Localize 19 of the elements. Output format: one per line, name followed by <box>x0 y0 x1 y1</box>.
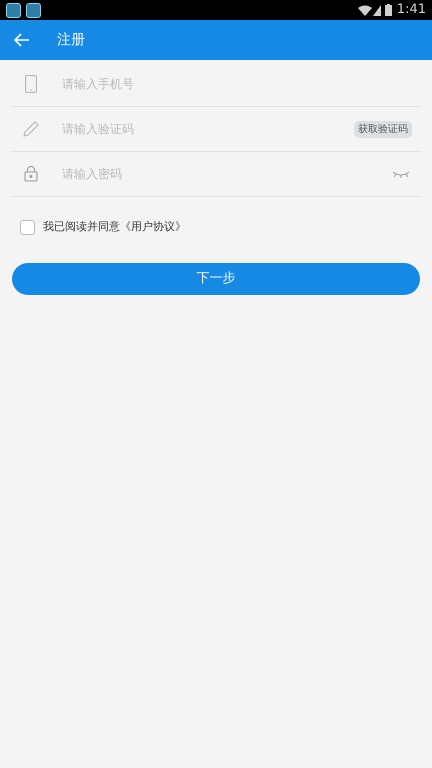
agreement-text: 我已阅读并同意《用户协议》 <box>43 219 186 235</box>
battery-icon <box>384 4 392 16</box>
agreement-checkbox[interactable] <box>20 220 35 235</box>
input-field[interactable]: 请输入密码 <box>62 165 392 183</box>
back-arrow-icon <box>14 33 30 47</box>
status-time: 1:41 <box>396 1 426 20</box>
app-notification-icon <box>6 2 21 18</box>
input-field[interactable]: 请输入手机号 <box>62 75 422 93</box>
app-notification-icon <box>26 2 41 18</box>
next-button[interactable]: 下一步 <box>12 262 420 294</box>
lock-icon <box>24 166 38 182</box>
get-code-button[interactable]: 获取验证码 <box>354 120 412 138</box>
eye-closed-icon[interactable] <box>392 169 410 179</box>
page-title: 注册 <box>57 30 85 50</box>
wifi-icon <box>358 4 372 16</box>
phone-icon <box>25 75 37 93</box>
input-field[interactable]: 请输入验证码 <box>62 120 354 138</box>
pencil-icon <box>22 120 40 138</box>
signal-icon <box>372 4 381 16</box>
